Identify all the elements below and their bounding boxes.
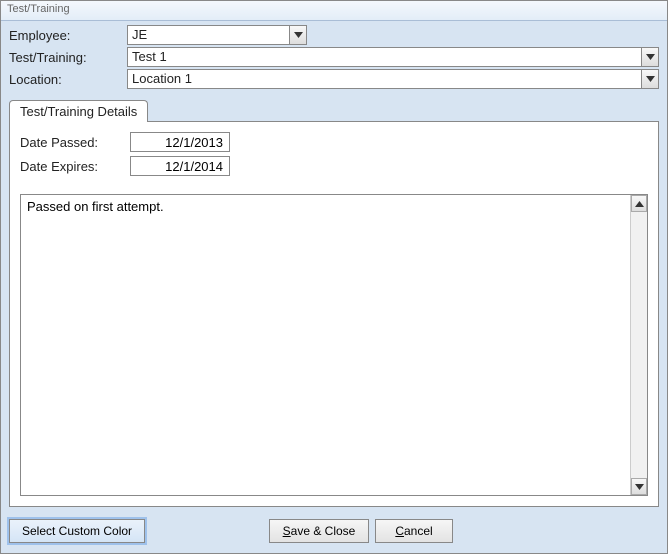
employee-row: Employee: JE [9,25,659,45]
date-expires-input[interactable] [130,156,230,176]
scroll-up-button[interactable] [631,195,647,212]
notes-textarea[interactable] [21,195,630,495]
testtraining-row: Test/Training: Test 1 [9,47,659,67]
test-training-window: Test/Training Employee: JE Test/Training… [0,0,668,554]
notes-scrollbar[interactable] [630,195,647,495]
employee-label: Employee: [9,26,127,45]
testtraining-dropdown-button[interactable] [641,48,658,66]
location-value: Location 1 [128,70,641,88]
employee-combo[interactable]: JE [127,25,307,45]
footer: Select Custom Color Save & Close Cancel [1,513,667,553]
location-dropdown-button[interactable] [641,70,658,88]
date-passed-input[interactable] [130,132,230,152]
testtraining-value: Test 1 [128,48,641,66]
testtraining-label: Test/Training: [9,48,127,67]
date-expires-label: Date Expires: [20,159,130,174]
tab-details[interactable]: Test/Training Details [9,100,148,122]
date-passed-label: Date Passed: [20,135,130,150]
chevron-up-icon [635,201,644,207]
tab-panel-details: Date Passed: Date Expires: [9,121,659,507]
date-expires-row: Date Expires: [20,156,648,176]
select-custom-color-button[interactable]: Select Custom Color [9,519,145,543]
chevron-down-icon [646,54,655,60]
date-passed-row: Date Passed: [20,132,648,152]
employee-value: JE [128,26,289,44]
header-fields: Employee: JE Test/Training: Test 1 Locat… [1,21,667,99]
tabstrip: Test/Training Details [9,100,659,122]
chevron-down-icon [294,32,303,38]
window-title: Test/Training [1,1,667,21]
location-combo[interactable]: Location 1 [127,69,659,89]
notes-container [20,194,648,496]
location-label: Location: [9,70,127,89]
employee-dropdown-button[interactable] [289,26,306,44]
save-close-button[interactable]: Save & Close [269,519,369,543]
testtraining-combo[interactable]: Test 1 [127,47,659,67]
location-row: Location: Location 1 [9,69,659,89]
chevron-down-icon [646,76,655,82]
chevron-down-icon [635,484,644,490]
scroll-down-button[interactable] [631,478,647,495]
tab-area: Test/Training Details Date Passed: Date … [1,99,667,513]
cancel-button[interactable]: Cancel [375,519,453,543]
